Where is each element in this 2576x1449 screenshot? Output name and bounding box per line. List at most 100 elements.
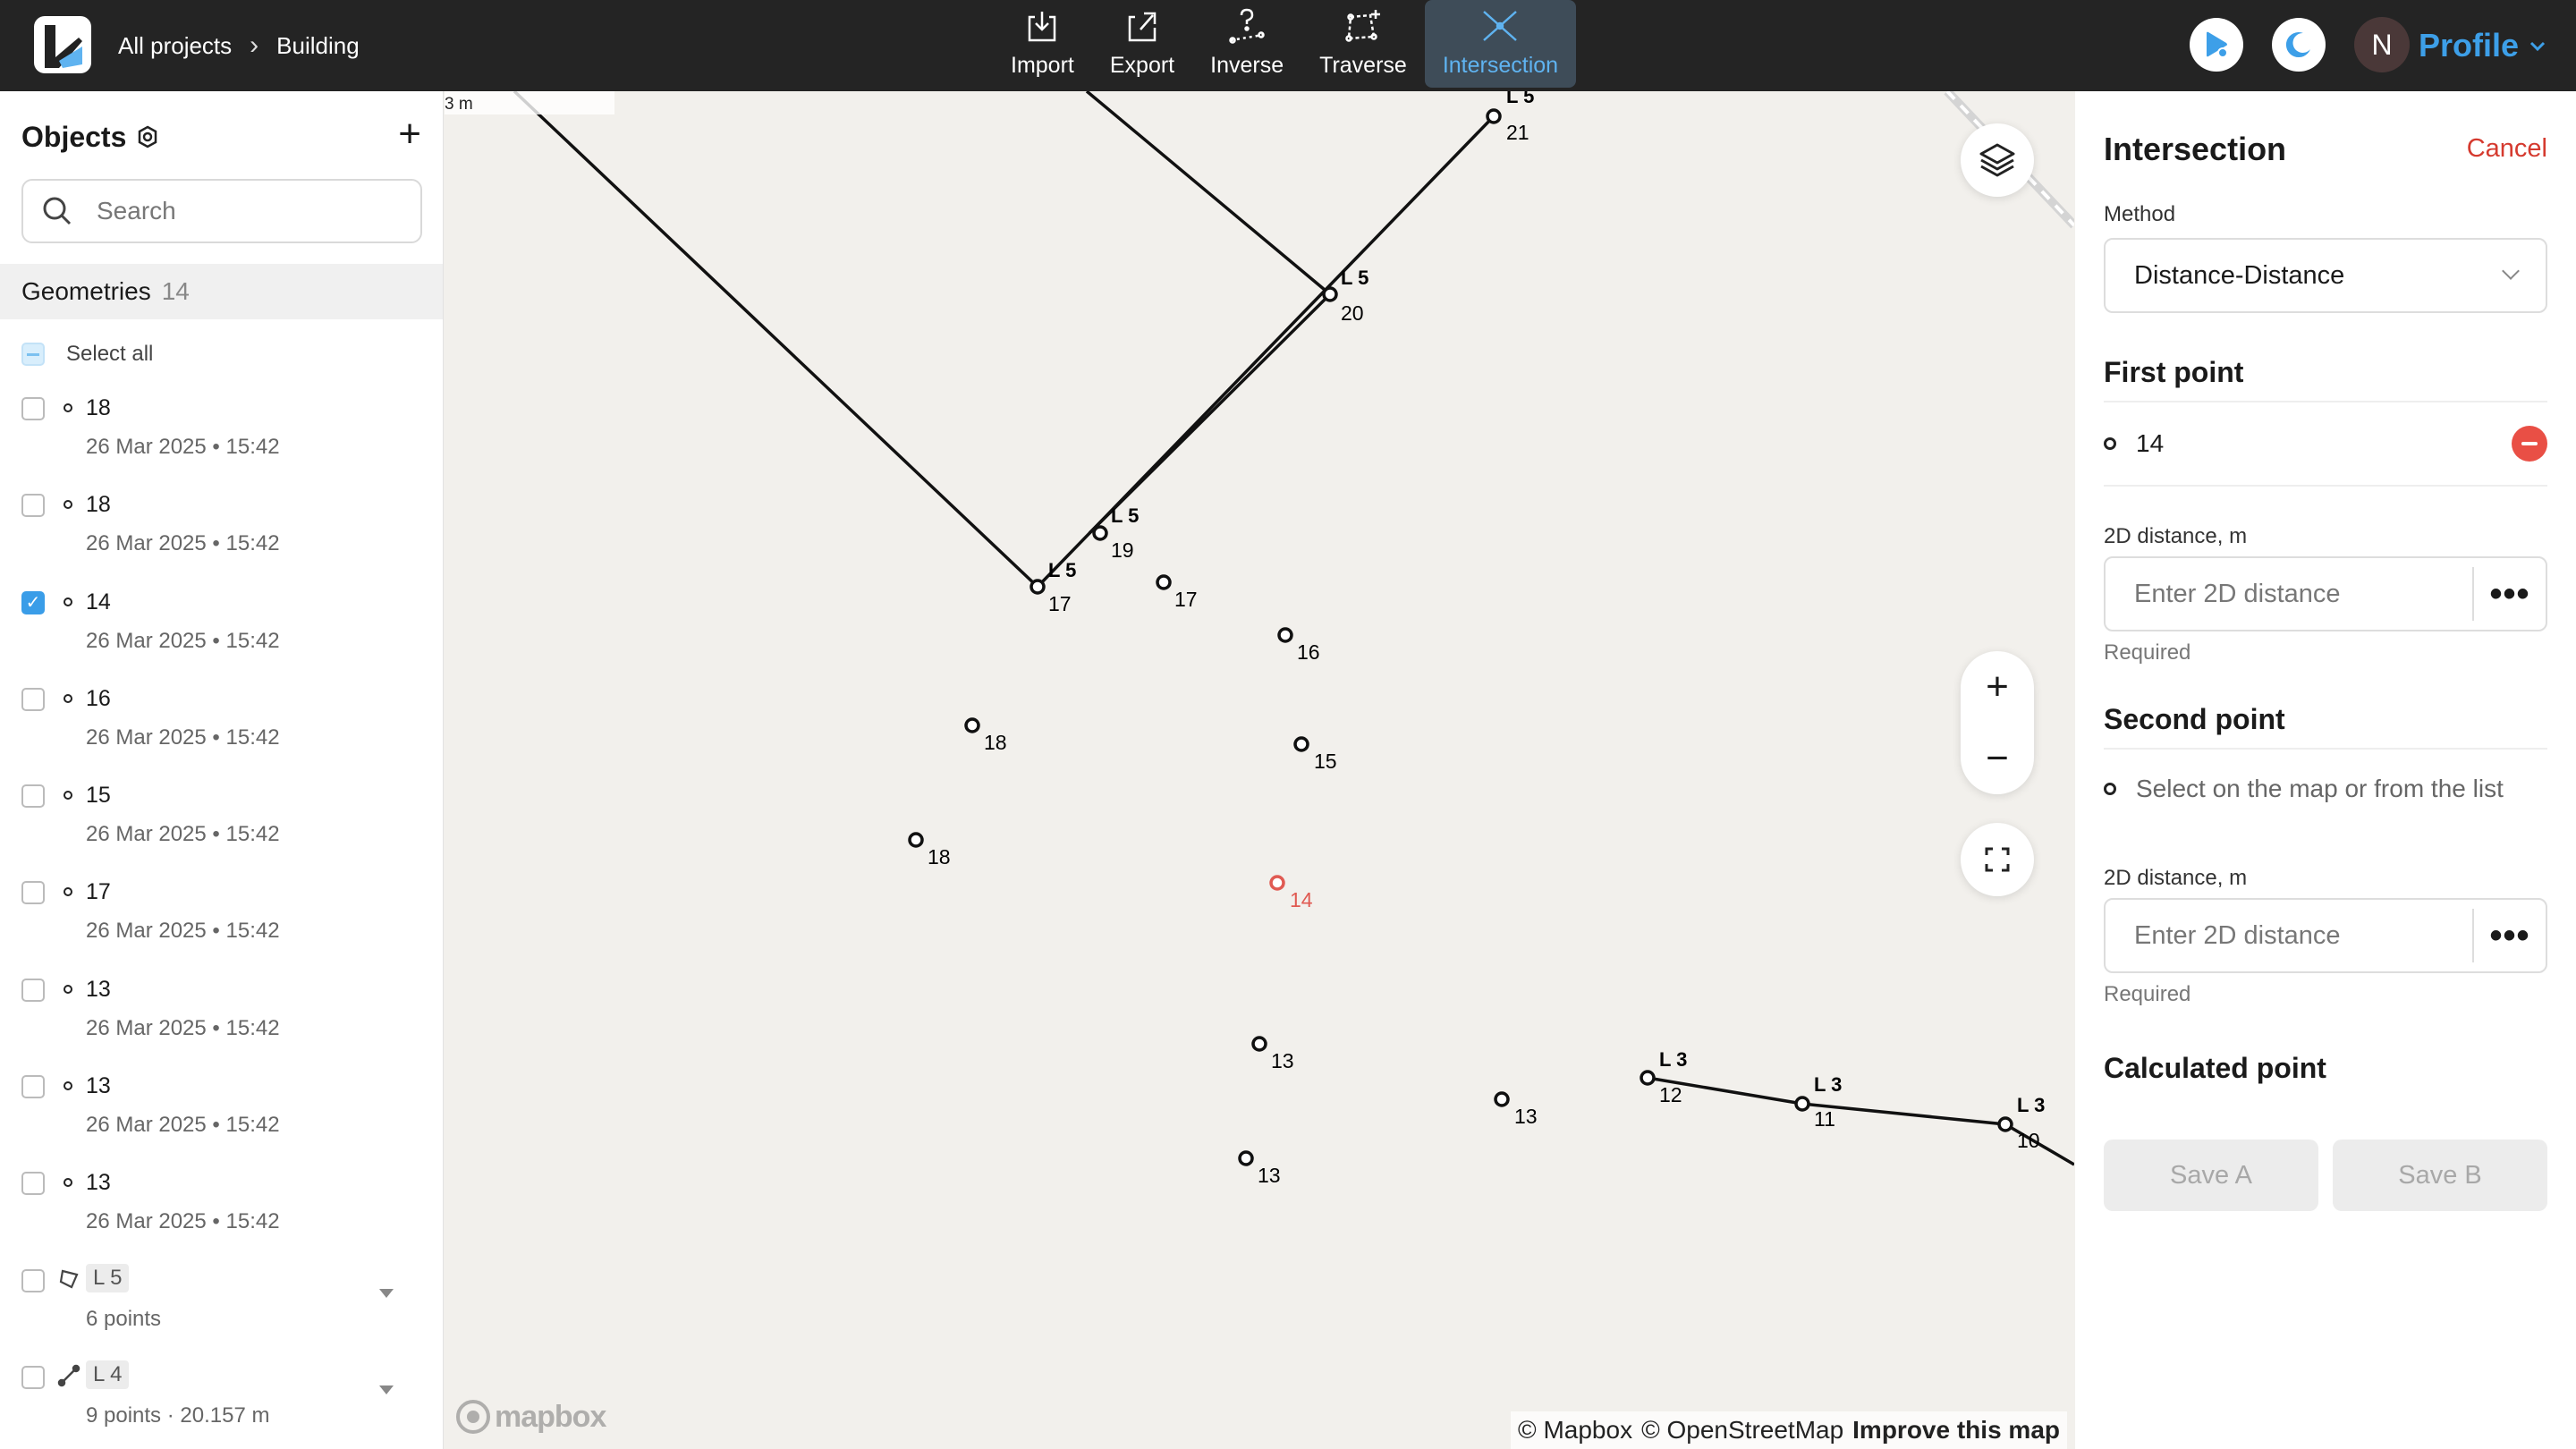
- map-point[interactable]: 16: [1277, 627, 1320, 664]
- list-item[interactable]: 17 26 Mar 2025 • 15:42: [0, 863, 443, 960]
- map-point[interactable]: 15: [1293, 736, 1337, 773]
- improve-map-link[interactable]: Improve this map: [1852, 1416, 2060, 1445]
- item-checkbox[interactable]: [21, 978, 45, 1002]
- theme-toggle-button[interactable]: [2272, 18, 2326, 72]
- list-item[interactable]: 18 26 Mar 2025 • 15:42: [0, 379, 443, 476]
- first-distance-input[interactable]: [2106, 579, 2463, 609]
- attribution-osm[interactable]: © OpenStreetMap: [1641, 1416, 1843, 1445]
- list-item-line[interactable]: L 4 9 points · 20.157 m: [0, 1348, 443, 1445]
- point-marker[interactable]: [1293, 736, 1309, 752]
- item-checkbox[interactable]: [21, 1075, 45, 1099]
- second-distance-input[interactable]: [2106, 920, 2463, 951]
- point-marker[interactable]: [908, 832, 924, 848]
- breadcrumb-all-projects[interactable]: All projects: [118, 32, 232, 60]
- zoom-out-button[interactable]: −: [1986, 723, 2009, 794]
- app-logo[interactable]: [34, 16, 91, 73]
- map-point-selected[interactable]: 14: [1269, 875, 1313, 911]
- more-options-icon[interactable]: •••: [2472, 909, 2546, 962]
- list-item[interactable]: 13 26 Mar 2025 • 15:42: [0, 1154, 443, 1250]
- map-point[interactable]: L 5 20: [1322, 267, 1368, 325]
- point-marker[interactable]: [1030, 579, 1046, 595]
- select-all-row[interactable]: Select all: [21, 333, 153, 376]
- list-item-line[interactable]: L 5 6 points: [0, 1251, 443, 1348]
- point-marker[interactable]: [1251, 1036, 1267, 1052]
- point-marker[interactable]: [1794, 1096, 1810, 1112]
- map-view[interactable]: L 5 21 L 5 20 L 5 19 L 5 17 17 16 18 15 …: [445, 91, 2074, 1449]
- item-checkbox[interactable]: [21, 1172, 45, 1196]
- point-marker[interactable]: [964, 717, 980, 733]
- export-button[interactable]: Export: [1092, 0, 1192, 88]
- expand-chevron-icon[interactable]: [379, 1288, 394, 1298]
- map-point[interactable]: 13: [1238, 1150, 1281, 1187]
- map-point[interactable]: L 3 12: [1640, 1048, 1687, 1106]
- search-box[interactable]: [21, 179, 422, 243]
- second-distance-field[interactable]: •••: [2104, 898, 2547, 973]
- remove-point-button[interactable]: [2512, 426, 2547, 462]
- inverse-button[interactable]: Inverse: [1192, 0, 1301, 88]
- list-item[interactable]: 16 26 Mar 2025 • 15:42: [0, 670, 443, 767]
- map-point[interactable]: 18: [908, 832, 951, 869]
- map-point[interactable]: 17: [1156, 574, 1198, 611]
- list-item[interactable]: 13 26 Mar 2025 • 15:42: [0, 961, 443, 1057]
- cancel-button[interactable]: Cancel: [2467, 134, 2547, 164]
- gear-icon[interactable]: [135, 124, 160, 149]
- item-checkbox[interactable]: [21, 784, 45, 809]
- item-checkbox[interactable]: [21, 590, 45, 614]
- item-checkbox[interactable]: [21, 1268, 45, 1292]
- point-marker[interactable]: [1277, 627, 1293, 643]
- geometries-header[interactable]: Geometries 14: [0, 264, 443, 319]
- point-marker[interactable]: [1322, 286, 1338, 302]
- mapbox-logo[interactable]: mapbox: [455, 1399, 606, 1435]
- point-marker[interactable]: [1486, 108, 1502, 124]
- map-point[interactable]: L 3 11: [1794, 1073, 1842, 1131]
- import-button[interactable]: Import: [993, 0, 1092, 88]
- map-canvas[interactable]: L 5 21 L 5 20 L 5 19 L 5 17 17 16 18 15 …: [445, 91, 2074, 1449]
- first-distance-field[interactable]: •••: [2104, 556, 2547, 631]
- map-point[interactable]: 13: [1251, 1036, 1294, 1072]
- method-select[interactable]: Distance-Distance: [2104, 238, 2547, 313]
- traverse-button[interactable]: Traverse: [1301, 0, 1425, 88]
- avatar[interactable]: N: [2354, 17, 2410, 72]
- point-marker[interactable]: [1494, 1091, 1510, 1107]
- map-point[interactable]: L 5 19: [1092, 504, 1139, 562]
- attribution-mapbox[interactable]: © Mapbox: [1518, 1416, 1632, 1445]
- save-a-button[interactable]: Save A: [2104, 1140, 2318, 1211]
- point-marker[interactable]: [1092, 525, 1108, 541]
- list-item[interactable]: 14 26 Mar 2025 • 15:42: [0, 573, 443, 670]
- item-checkbox[interactable]: [21, 397, 45, 420]
- item-checkbox[interactable]: [21, 1365, 45, 1389]
- layers-button[interactable]: [1961, 123, 2034, 197]
- line-l5-segment[interactable]: [513, 91, 1496, 589]
- profile-menu[interactable]: Profile: [2419, 0, 2547, 91]
- add-object-button[interactable]: +: [398, 114, 421, 154]
- map-point[interactable]: L 5 17: [1030, 559, 1076, 615]
- zoom-in-button[interactable]: +: [1986, 651, 2009, 723]
- list-item[interactable]: 15 26 Mar 2025 • 15:42: [0, 767, 443, 863]
- first-point-row[interactable]: 14: [2104, 426, 2547, 462]
- item-checkbox[interactable]: [21, 881, 45, 905]
- point-marker[interactable]: [1156, 574, 1172, 590]
- map-point[interactable]: 18: [964, 717, 1007, 754]
- map-point[interactable]: 13: [1494, 1091, 1538, 1128]
- point-marker[interactable]: [1997, 1116, 2013, 1132]
- point-marker[interactable]: [1269, 875, 1285, 891]
- map-point[interactable]: L 5 21: [1486, 91, 1534, 144]
- list-item[interactable]: 18 26 Mar 2025 • 15:42: [0, 476, 443, 572]
- list-item[interactable]: 13 26 Mar 2025 • 15:42: [0, 1057, 443, 1154]
- intersection-button[interactable]: Intersection: [1424, 0, 1577, 88]
- point-icon: [64, 597, 72, 606]
- line-l5-segment[interactable]: [1085, 91, 1333, 535]
- second-point-row[interactable]: Select on the map or from the list: [2104, 771, 2547, 807]
- fullscreen-button[interactable]: [1961, 823, 2034, 896]
- more-options-icon[interactable]: •••: [2472, 567, 2546, 621]
- item-checkbox[interactable]: [21, 494, 45, 518]
- save-b-button[interactable]: Save B: [2333, 1140, 2547, 1211]
- expand-chevron-icon[interactable]: [379, 1385, 394, 1394]
- select-all-checkbox[interactable]: [21, 343, 45, 366]
- help-button[interactable]: [2190, 18, 2243, 72]
- search-input[interactable]: [97, 197, 419, 225]
- map-point[interactable]: L 3 10: [1997, 1094, 2045, 1152]
- point-marker[interactable]: [1238, 1150, 1254, 1166]
- item-checkbox[interactable]: [21, 687, 45, 711]
- point-marker[interactable]: [1640, 1070, 1656, 1086]
